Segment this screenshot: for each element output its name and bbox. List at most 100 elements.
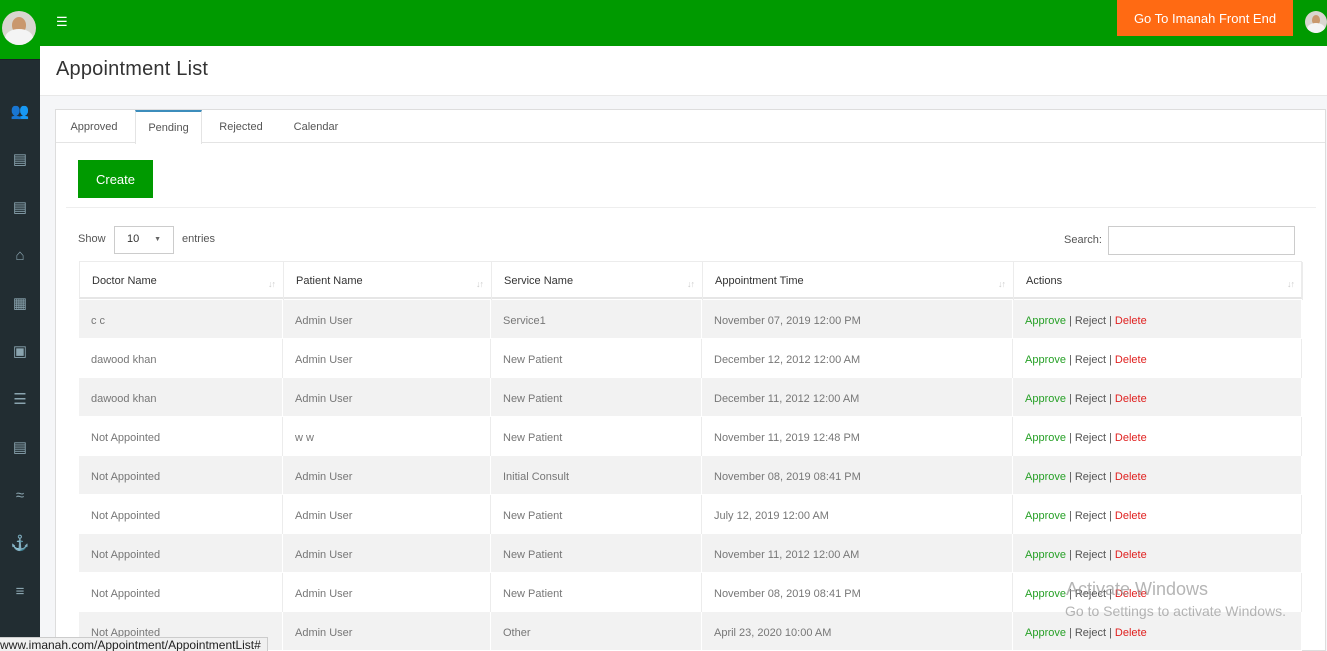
delete-link[interactable]: Delete — [1115, 510, 1147, 522]
appointment-time-cell: November 11, 2012 12:00 AM — [702, 534, 1013, 573]
service-name-cell: New Patient — [491, 495, 702, 534]
actions-cell: Approve | Reject | Delete — [1013, 417, 1302, 456]
delete-link[interactable]: Delete — [1115, 627, 1147, 639]
table-row: dawood khan Admin User New Patient December… — [79, 339, 1302, 378]
service-name-cell: New Patient — [491, 534, 702, 573]
top-header: ☰ Go To Imanah Front End — [40, 0, 1327, 46]
actions-cell: Approve | Reject | Delete — [1013, 378, 1302, 417]
approve-link[interactable]: Approve — [1025, 588, 1066, 600]
go-to-front-end-button[interactable]: Go To Imanah Front End — [1117, 0, 1293, 36]
service-name-header[interactable]: Service Name ↓↑ — [492, 262, 703, 300]
reject-link[interactable]: Reject — [1075, 393, 1106, 405]
id-card-icon[interactable]: ▤ — [0, 191, 40, 223]
table-row: Not Appointed Admin User Initial Consult No… — [79, 456, 1302, 495]
doctor-name-cell: Not Appointed — [79, 495, 283, 534]
reject-link[interactable]: Reject — [1075, 471, 1106, 483]
header-label: Patient Name — [296, 275, 363, 287]
reject-link[interactable]: Reject — [1075, 315, 1106, 327]
doctor-name-cell: dawood khan — [79, 339, 283, 378]
doctor-name-cell: dawood khan — [79, 378, 283, 417]
reject-link[interactable]: Reject — [1075, 549, 1106, 561]
action-separator: | — [1068, 471, 1072, 483]
table-row: Not Appointed w w New Patient November 11, … — [79, 417, 1302, 456]
page-title: Appointment List — [56, 58, 209, 80]
action-separator: | — [1068, 315, 1072, 327]
approve-link[interactable]: Approve — [1025, 354, 1066, 366]
entries-label: entries — [182, 233, 216, 245]
handshake-icon[interactable]: ≈ — [0, 479, 40, 511]
tab-bar: Approved Pending Rejected Calendar — [56, 110, 1325, 144]
patient-name-cell: Admin User — [283, 339, 491, 378]
header-label: Appointment Time — [715, 275, 804, 287]
table-row: c c Admin User Service1 November 07, 2019 1… — [79, 300, 1302, 339]
image-icon[interactable]: ▣ — [0, 335, 40, 367]
service-name-cell: New Patient — [491, 573, 702, 612]
search-label: Search: — [1064, 234, 1102, 246]
appointment-card: Approved Pending Rejected Calendar Creat… — [55, 109, 1326, 651]
approve-link[interactable]: Approve — [1025, 549, 1066, 561]
delete-link[interactable]: Delete — [1115, 471, 1147, 483]
user-avatar[interactable] — [2, 11, 36, 45]
tab-calendar[interactable]: Calendar — [280, 110, 352, 143]
reject-link[interactable]: Reject — [1075, 432, 1106, 444]
patient-name-cell: Admin User — [283, 495, 491, 534]
table-header: Doctor Name ↓↑ Patient Name ↓↑ Service Name ↓… — [79, 261, 1303, 300]
tab-approved[interactable]: Approved — [56, 110, 132, 143]
home-icon[interactable]: ⌂ — [0, 239, 40, 271]
appointment-time-cell: November 08, 2019 08:41 PM — [702, 456, 1013, 495]
approve-link[interactable]: Approve — [1025, 315, 1066, 327]
delete-link[interactable]: Delete — [1115, 354, 1147, 366]
delete-link[interactable]: Delete — [1115, 432, 1147, 444]
doctor-name-header[interactable]: Doctor Name ↓↑ — [80, 262, 284, 300]
id-card-icon[interactable]: ▤ — [0, 143, 40, 175]
patient-name-header[interactable]: Patient Name ↓↑ — [284, 262, 492, 300]
hamburger-icon[interactable]: ☰ — [56, 14, 68, 30]
reject-link[interactable]: Reject — [1075, 510, 1106, 522]
approve-link[interactable]: Approve — [1025, 432, 1066, 444]
delete-link[interactable]: Delete — [1115, 549, 1147, 561]
patient-name-cell: Admin User — [283, 612, 491, 651]
appointment-time-cell: November 07, 2019 12:00 PM — [702, 300, 1013, 339]
list-icon[interactable]: ☰ — [0, 383, 40, 415]
reject-link[interactable]: Reject — [1075, 354, 1106, 366]
create-divider — [66, 207, 1316, 208]
users-icon[interactable]: 👥 — [0, 95, 40, 127]
create-button[interactable]: Create — [78, 160, 153, 198]
calendar-icon[interactable]: ▦ — [0, 287, 40, 319]
anchor-icon[interactable]: ⚓ — [0, 527, 40, 559]
actions-cell: Approve | Reject | Delete — [1013, 456, 1302, 495]
actions-cell: Approve | Reject | Delete — [1013, 339, 1302, 378]
approve-link[interactable]: Approve — [1025, 393, 1066, 405]
sort-icon[interactable]: ↓↑ — [268, 279, 276, 289]
actions-header[interactable]: Actions ↓↑ — [1014, 262, 1303, 300]
header-avatar[interactable] — [1305, 11, 1327, 33]
approve-link[interactable]: Approve — [1025, 627, 1066, 639]
sort-icon[interactable]: ↓↑ — [998, 279, 1006, 289]
appointment-time-header[interactable]: Appointment Time ↓↑ — [703, 262, 1014, 300]
approve-link[interactable]: Approve — [1025, 510, 1066, 522]
reject-link[interactable]: Reject — [1075, 627, 1106, 639]
watermark-title: Activate Windows — [1066, 579, 1209, 599]
delete-link[interactable]: Delete — [1115, 393, 1147, 405]
header-label: Service Name — [504, 275, 574, 287]
sort-icon[interactable]: ↓↑ — [476, 279, 484, 289]
id-card-icon[interactable]: ▤ — [0, 431, 40, 463]
header-label: Actions — [1026, 275, 1063, 287]
sort-icon[interactable]: ↓↑ — [687, 279, 695, 289]
action-separator: | — [1109, 315, 1112, 327]
sort-icon[interactable]: ↓↑ — [1287, 279, 1295, 289]
actions-cell: Approve | Reject | Delete — [1013, 495, 1302, 534]
page-length-select[interactable]: 10 ▼ — [114, 226, 174, 254]
doctor-name-cell: Not Appointed — [79, 417, 283, 456]
document-icon[interactable]: ≡ — [0, 575, 40, 607]
doctor-name-cell: Not Appointed — [79, 534, 283, 573]
action-separator: | — [1068, 627, 1072, 639]
search-input[interactable] — [1108, 226, 1295, 255]
approve-link[interactable]: Approve — [1025, 471, 1066, 483]
appointment-time-cell: December 12, 2012 12:00 AM — [702, 339, 1013, 378]
action-separator: | — [1068, 510, 1072, 522]
show-label: Show — [78, 233, 106, 245]
delete-link[interactable]: Delete — [1115, 315, 1147, 327]
tab-rejected[interactable]: Rejected — [206, 110, 276, 143]
tab-pending[interactable]: Pending — [135, 110, 202, 144]
